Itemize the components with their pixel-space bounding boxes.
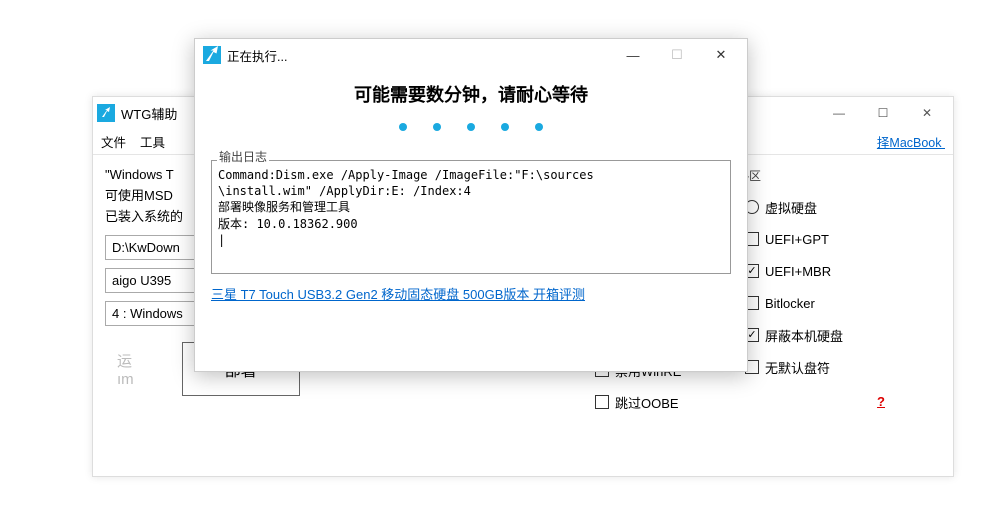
- output-log-textarea[interactable]: Command:Dism.exe /Apply-Image /ImageFile…: [211, 160, 731, 274]
- output-log-label: 输出日志: [217, 148, 269, 165]
- progress-dialog: 正在执行... — ☐ ✕ 可能需要数分钟，请耐心等待 输出日志 Command…: [194, 38, 748, 372]
- maximize-button[interactable]: ☐: [861, 99, 905, 127]
- no-default-drive-checkbox[interactable]: 无默认盘符: [745, 356, 885, 378]
- progress-dialog-controls: — ☐ ✕: [611, 41, 743, 69]
- progress-titlebar: 正在执行... — ☐ ✕: [195, 39, 747, 71]
- text-cursor: [218, 233, 225, 247]
- main-window-title: WTG辅助: [121, 104, 177, 123]
- help-link[interactable]: ?: [877, 394, 885, 409]
- bitlocker-checkbox[interactable]: Bitlocker: [745, 292, 885, 314]
- main-window-controls: — ☐ ✕: [817, 99, 949, 127]
- dot-icon: [501, 123, 509, 131]
- vhdisk-radio[interactable]: 虚拟硬盘: [745, 196, 885, 218]
- app-icon: [203, 46, 221, 64]
- dot-icon: [467, 123, 475, 131]
- hide-local-checkbox[interactable]: 屏蔽本机硬盘: [745, 324, 885, 346]
- progress-dots: [195, 107, 747, 143]
- minimize-button[interactable]: —: [817, 99, 861, 127]
- options-col2: }区 虚拟硬盘 UEFI+GPT UEFI+MBR Bitlocker 屏蔽本机…: [745, 165, 885, 413]
- uefi-gpt-checkbox[interactable]: UEFI+GPT: [745, 228, 885, 250]
- dot-icon: [399, 123, 407, 131]
- dot-icon: [433, 123, 441, 131]
- progress-message: 可能需要数分钟，请耐心等待: [195, 71, 747, 107]
- app-icon: [97, 104, 115, 122]
- output-section: 输出日志 Command:Dism.exe /Apply-Image /Imag…: [195, 143, 747, 274]
- yun-label: 运 ım: [105, 350, 146, 388]
- promo-link[interactable]: 三星 T7 Touch USB3.2 Gen2 移动固态硬盘 500GB版本 开…: [211, 284, 585, 303]
- dot-icon: [535, 123, 543, 131]
- menu-file[interactable]: 文件: [101, 132, 126, 151]
- skip-oobe-checkbox[interactable]: 跳过OOBE: [595, 391, 735, 413]
- maximize-button[interactable]: ☐: [655, 41, 699, 69]
- progress-dialog-title: 正在执行...: [227, 46, 287, 65]
- uefi-mbr-checkbox[interactable]: UEFI+MBR: [745, 260, 885, 282]
- close-button[interactable]: ✕: [699, 41, 743, 69]
- partition-group-header: }区: [745, 167, 885, 184]
- checkbox-icon: [595, 395, 609, 409]
- menu-tools[interactable]: 工具: [140, 132, 165, 151]
- macbook-link[interactable]: 择MacBook: [877, 132, 945, 151]
- close-button[interactable]: ✕: [905, 99, 949, 127]
- minimize-button[interactable]: —: [611, 41, 655, 69]
